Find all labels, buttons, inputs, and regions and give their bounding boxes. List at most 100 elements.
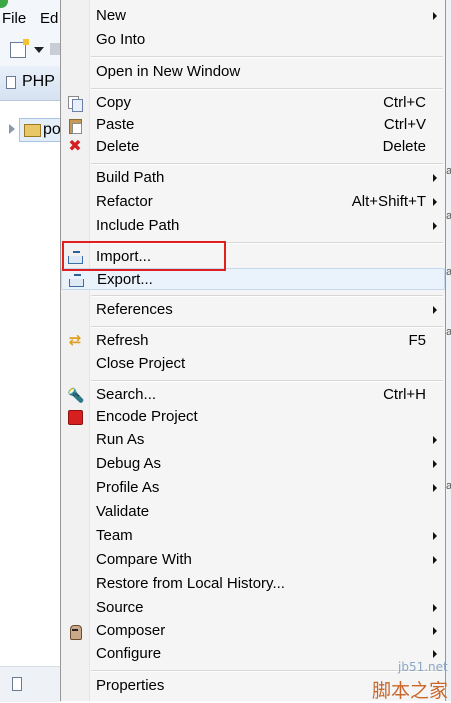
menu-separator (91, 88, 443, 90)
submenu-arrow-icon (433, 222, 437, 230)
menu-item-shortcut: Alt+Shift+T (351, 193, 426, 210)
editor-fragment: a (446, 480, 451, 492)
submenu-arrow-icon (433, 174, 437, 182)
highlight-box (62, 241, 226, 271)
menu-edit[interactable]: Ed (40, 10, 58, 27)
submenu-arrow-icon (433, 604, 437, 612)
menu-item-shortcut: Ctrl+C (383, 94, 426, 111)
menu-item-label: Debug As (96, 455, 162, 472)
save-icon[interactable] (50, 43, 60, 55)
menu-item-label: Composer (96, 622, 166, 639)
menu-item-refactor[interactable]: Refactor Alt+Shift+T (61, 191, 445, 213)
submenu-arrow-icon (433, 436, 437, 444)
menu-item-build-path[interactable]: Build Path (61, 167, 445, 189)
menu-item-encode-project[interactable]: Encode Project (61, 406, 445, 428)
menu-item-team[interactable]: Team (61, 525, 445, 547)
menu-item-run-as[interactable]: Run As (61, 429, 445, 451)
menu-item-references[interactable]: References (61, 299, 445, 321)
submenu-arrow-icon (433, 484, 437, 492)
menu-item-shortcut: Ctrl+H (383, 386, 426, 403)
menu-item-paste[interactable]: Paste Ctrl+V (61, 114, 445, 136)
fast-view-icon[interactable] (12, 677, 22, 691)
tree-expand-icon[interactable] (9, 124, 15, 134)
menu-item-label: Compare With (96, 551, 192, 568)
menu-item-label: Build Path (96, 169, 165, 186)
menu-item-label: Refresh (96, 332, 149, 349)
submenu-arrow-icon (433, 306, 437, 314)
chevron-down-icon[interactable] (34, 47, 44, 53)
menu-item-label: Validate (96, 503, 150, 520)
editor-fragment: a (446, 326, 451, 338)
menu-item-shortcut: F5 (408, 332, 426, 349)
menu-item-label: Team (96, 527, 133, 544)
menu-item-label: Run As (96, 431, 145, 448)
menu-item-label: Close Project (96, 355, 186, 372)
menu-item-profile-as[interactable]: Profile As (61, 477, 445, 499)
status-strip (0, 666, 62, 702)
menu-item-configure[interactable]: Configure (61, 643, 445, 665)
menu-item-label: Profile As (96, 479, 160, 496)
menu-item-label: Search... (96, 386, 157, 403)
menu-item-include-path[interactable]: Include Path (61, 215, 445, 237)
menu-item-composer[interactable]: Composer (61, 620, 445, 642)
menu-item-label: Refactor (96, 193, 153, 210)
menu-item-label: References (96, 301, 173, 318)
menu-item-label: Source (96, 599, 144, 616)
menu-separator (91, 295, 443, 297)
menu-item-label: New (96, 7, 127, 24)
watermark-site: jb51.net (398, 660, 448, 674)
menu-item-label: Paste (96, 116, 135, 133)
editor-fragment: a (446, 165, 451, 177)
submenu-arrow-icon (433, 532, 437, 540)
editor-fragment: a (446, 266, 451, 278)
new-file-icon[interactable] (10, 39, 29, 58)
paste-icon (67, 117, 83, 134)
submenu-arrow-icon (433, 198, 437, 206)
explorer-panel (0, 148, 62, 668)
menu-item-go-into[interactable]: Go Into (61, 29, 445, 51)
menu-item-validate[interactable]: Validate (61, 501, 445, 523)
menu-separator (91, 670, 443, 672)
menu-separator (91, 326, 443, 328)
menu-item-compare-with[interactable]: Compare With (61, 549, 445, 571)
menu-item-delete[interactable]: ✖ Delete Delete (61, 136, 445, 158)
menu-item-restore-from-local-history[interactable]: Restore from Local History... (61, 573, 445, 595)
menu-item-copy[interactable]: Copy Ctrl+C (61, 92, 445, 114)
menu-item-refresh[interactable]: ⇄ Refresh F5 (61, 330, 445, 352)
menu-item-shortcut: Delete (382, 138, 426, 155)
menu-item-label: Include Path (96, 217, 180, 234)
php-explorer-icon (6, 76, 16, 89)
tree-node-label: po (43, 121, 61, 138)
composer-icon (67, 623, 83, 640)
submenu-arrow-icon (433, 650, 437, 658)
menu-item-close-project[interactable]: Close Project (61, 353, 445, 375)
watermark-name: 脚本之家 (372, 680, 449, 702)
menu-item-label: Open in New Window (96, 63, 241, 80)
menu-item-shortcut: Ctrl+V (383, 116, 426, 133)
menu-item-label: Go Into (96, 31, 146, 48)
copy-icon (67, 95, 83, 112)
project-folder-icon (24, 124, 41, 137)
menu-item-label: Restore from Local History... (96, 575, 285, 592)
context-menu: New Go Into Open in New Window Copy Ctrl… (60, 0, 446, 701)
menu-separator (91, 56, 443, 58)
submenu-arrow-icon (433, 12, 437, 20)
encode-icon (67, 409, 83, 425)
menu-item-label: Configure (96, 645, 162, 662)
menu-separator (91, 380, 443, 382)
menu-item-label: Encode Project (96, 408, 198, 425)
export-icon (68, 272, 84, 288)
menu-item-export[interactable]: Export... (61, 268, 445, 290)
menu-separator (91, 163, 443, 165)
delete-icon: ✖ (68, 138, 82, 155)
menu-item-open-in-new-window[interactable]: Open in New Window (61, 61, 445, 83)
menu-item-label: Copy (96, 94, 132, 111)
menu-item-source[interactable]: Source (61, 597, 445, 619)
search-icon: 🔦 (67, 387, 85, 403)
menu-file[interactable]: File (2, 10, 26, 27)
menu-item-search[interactable]: 🔦 Search... Ctrl+H (61, 384, 445, 406)
editor-fragment: a (446, 210, 451, 222)
menu-item-new[interactable]: New (61, 5, 445, 27)
menu-item-label: Properties (96, 677, 165, 694)
menu-item-debug-as[interactable]: Debug As (61, 453, 445, 475)
